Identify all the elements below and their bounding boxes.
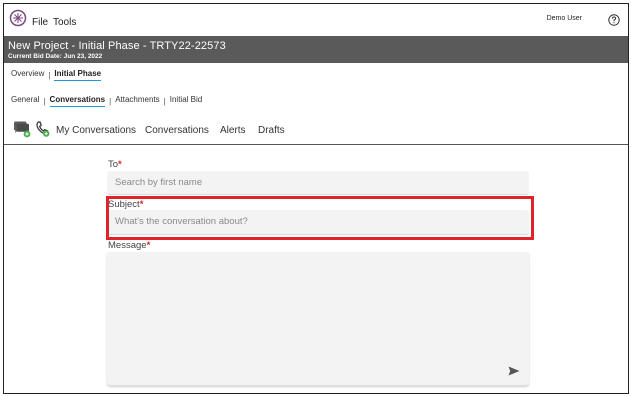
phone-icon[interactable] <box>35 121 50 137</box>
message-label: Message* <box>108 240 150 251</box>
chat-bubbles-icon[interactable] <box>12 121 32 138</box>
subject-highlight-box <box>106 196 534 240</box>
tab-separator: | <box>43 96 46 106</box>
to-label-text: To <box>108 159 119 170</box>
tab-conversations[interactable]: Conversations <box>49 95 106 107</box>
phase-tabs: Overview | Initial Phase <box>11 69 102 81</box>
message-label-text: Message <box>108 240 147 251</box>
required-mark: * <box>146 240 151 251</box>
tab-general[interactable]: General <box>11 95 39 107</box>
logo-icon <box>9 9 27 27</box>
menu-bar: File Tools Demo User <box>4 4 628 36</box>
help-circle-icon[interactable] <box>608 13 620 26</box>
to-placeholder: Search by first name <box>115 177 203 188</box>
required-mark: * <box>118 159 122 170</box>
bid-date: Current Bid Date: Jun 23, 2022 <box>8 53 103 60</box>
tab-separator: | <box>109 96 112 106</box>
tab-attachments[interactable]: Attachments <box>115 95 159 107</box>
user-name[interactable]: Demo User <box>547 15 582 22</box>
menu-file[interactable]: File <box>32 17 48 28</box>
conversations-link[interactable]: Conversations <box>145 125 209 136</box>
app-window: File Tools Demo User New Project - Initi… <box>3 3 629 394</box>
tab-separator: | <box>48 70 51 80</box>
to-input[interactable]: Search by first name <box>107 171 529 195</box>
to-label: To* <box>108 159 122 170</box>
tab-initial-bid[interactable]: Initial Bid <box>170 95 202 107</box>
conversation-toolbar: My Conversations Conversations Alerts Dr… <box>4 117 628 145</box>
section-tabs: General | Conversations | Attachments | … <box>11 95 202 107</box>
alerts-link[interactable]: Alerts <box>220 125 246 136</box>
tab-initial-phase[interactable]: Initial Phase <box>54 69 102 81</box>
tab-overview[interactable]: Overview <box>11 69 44 81</box>
tab-separator: | <box>163 96 166 106</box>
message-textarea[interactable] <box>107 252 529 386</box>
drafts-link[interactable]: Drafts <box>258 125 285 136</box>
send-icon[interactable] <box>508 366 520 376</box>
project-title: New Project - Initial Phase - TRTY22-225… <box>8 40 226 52</box>
menu-tools[interactable]: Tools <box>53 17 76 28</box>
project-header: New Project - Initial Phase - TRTY22-225… <box>4 36 628 63</box>
my-conversations-link[interactable]: My Conversations <box>56 125 136 136</box>
